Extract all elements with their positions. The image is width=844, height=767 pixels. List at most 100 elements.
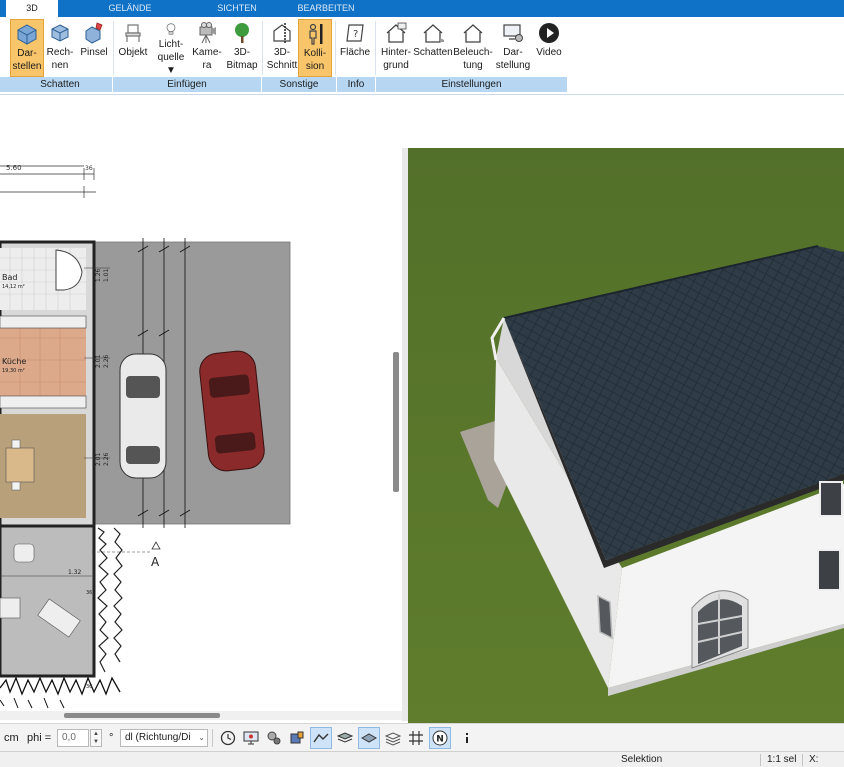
- hintergrund-label-1: Hinter-: [380, 47, 411, 58]
- objekt-button[interactable]: Objekt: [117, 19, 149, 77]
- flaeche-button[interactable]: ? Fläche: [338, 19, 372, 77]
- objekt-label: Objekt: [118, 47, 148, 58]
- side-window: [597, 594, 613, 640]
- cube-calc-icon: [51, 24, 69, 42]
- schnitt-label-2: Schnitt: [266, 60, 298, 71]
- screen-icon: [243, 731, 259, 745]
- lightbulb-icon: [166, 23, 176, 35]
- texture-tool-button[interactable]: [334, 727, 356, 749]
- more-tool-button[interactable]: [456, 727, 478, 749]
- tab-sichten[interactable]: SICHTEN: [210, 0, 264, 17]
- house-light-icon: [463, 24, 483, 43]
- video-button[interactable]: Video: [533, 19, 565, 77]
- room-kueche-area: 19,30 m²: [2, 368, 25, 374]
- clock-tool-button[interactable]: [217, 727, 239, 749]
- kamera-button[interactable]: Kame- ra: [192, 19, 222, 77]
- layers-icon: [385, 732, 401, 746]
- room-kueche-name: Küche: [2, 357, 26, 366]
- dim-1: 1.26: [95, 268, 102, 282]
- schnitt-button[interactable]: 3D- Schnitt: [265, 19, 299, 77]
- beleuchtung-button[interactable]: Beleuch- tung: [453, 19, 493, 77]
- play-circle-icon: [539, 23, 559, 43]
- phi-input[interactable]: 0,0: [57, 729, 89, 747]
- dim-5: 2.01: [95, 452, 102, 466]
- layer-plane-tool-button[interactable]: [358, 727, 380, 749]
- cube-render-icon: [17, 24, 37, 45]
- hintergrund-label-2: grund: [383, 60, 409, 71]
- rechnen-label-1: Rech-: [46, 47, 74, 58]
- toolbar-separator: [212, 729, 213, 747]
- darstellung-label-1: Dar-: [503, 47, 523, 58]
- darstellung-label-2: stellung: [495, 60, 531, 71]
- darstellen-label-1: Dar-: [17, 48, 37, 59]
- kollision-label-1: Kolli-: [303, 48, 327, 59]
- status-coordinate-label: X:: [809, 754, 819, 765]
- monitor-settings-icon: [503, 24, 523, 42]
- texture-icon: [337, 732, 353, 743]
- tab-gelaende[interactable]: GELÄNDE: [100, 0, 160, 17]
- ribbon-tab-strip: 3D GELÄNDE SICHTEN BEARBEITEN: [0, 0, 844, 17]
- dim-top-right-label: 36: [85, 165, 93, 172]
- plan-vertical-scroll-thumb[interactable]: [393, 352, 399, 492]
- room-bad-name: Bad: [2, 273, 17, 282]
- floor-plan-view[interactable]: 5.60 36 Bad 14,12 m² Küche 19,30 m² 1.26…: [0, 148, 402, 721]
- terrain-view-tool-button[interactable]: [310, 727, 332, 749]
- dim-2: 1.01: [103, 268, 110, 282]
- darstellen-button[interactable]: Dar- stellen: [10, 19, 44, 77]
- group-sonstige-label: Sonstige: [279, 79, 319, 90]
- house-background-icon: [386, 22, 407, 43]
- white-car: [119, 353, 167, 479]
- hintergrund-button[interactable]: Hinter- grund: [378, 19, 414, 77]
- phi-spinner[interactable]: ▲ ▼: [90, 729, 102, 747]
- object-settings-tool-button[interactable]: [263, 727, 285, 749]
- schatten-button[interactable]: Schatten: [413, 19, 453, 77]
- dim-top-label: 5.60: [6, 164, 22, 172]
- 3d-view[interactable]: [408, 148, 844, 723]
- bitmap-label-1: 3D-: [233, 47, 251, 58]
- tab-3d[interactable]: 3D: [6, 0, 58, 17]
- area-info-icon: ?: [346, 24, 364, 42]
- bitmap-button[interactable]: 3D- Bitmap: [224, 19, 260, 77]
- group-schatten-label: Schatten: [40, 79, 80, 90]
- tab-bearbeiten[interactable]: BEARBEITEN: [292, 0, 360, 17]
- more-icon: [466, 733, 468, 743]
- bitmap-label-2: Bitmap: [226, 60, 258, 71]
- lichtquelle-button[interactable]: Licht- quelle ▼: [152, 19, 190, 77]
- kamera-label-2: ra: [202, 60, 212, 71]
- schnitt-label-1: 3D-: [273, 47, 291, 58]
- paint-icon: [290, 731, 304, 744]
- grid-tool-button[interactable]: [405, 727, 427, 749]
- plan-horizontal-scrollbar[interactable]: [0, 711, 402, 720]
- group-info-label: Info: [347, 79, 365, 90]
- flaeche-label: Fläche: [339, 47, 370, 58]
- section-marker-a[interactable]: A: [151, 555, 160, 569]
- pinsel-button[interactable]: Pinsel: [78, 19, 110, 77]
- north-icon: N: [432, 730, 448, 746]
- section-cut-icon: [273, 23, 291, 43]
- dim-6: 2.26: [103, 452, 110, 466]
- layers-tool-button[interactable]: [382, 727, 404, 749]
- rechnen-label-2: nen: [51, 60, 69, 71]
- screen-tool-button[interactable]: [240, 727, 262, 749]
- north-tool-button[interactable]: N: [429, 727, 451, 749]
- darstellen-label-2: stellen: [12, 61, 42, 72]
- kollision-label-2: sion: [305, 61, 325, 72]
- beleuchtung-label-2: tung: [463, 60, 483, 71]
- ribbon-group-row: Schatten Einfügen Sonstige Info Einstell…: [0, 77, 567, 92]
- paint-tool-button[interactable]: [286, 727, 308, 749]
- clock-icon: [220, 730, 236, 746]
- kollision-button[interactable]: Kolli- sion: [298, 19, 332, 77]
- darstellung-button[interactable]: Dar- stellung: [494, 19, 532, 77]
- svg-text:?: ?: [353, 29, 358, 40]
- rechnen-button[interactable]: Rech- nen: [46, 19, 74, 77]
- plan-horizontal-scroll-thumb[interactable]: [64, 713, 220, 718]
- brush-cube-icon: [85, 22, 103, 44]
- app-window: 3D GELÄNDE SICHTEN BEARBEITEN Dar- stell…: [0, 0, 844, 767]
- layer-plane-icon: [361, 733, 377, 743]
- input-bar: cm phi = 0,0 ▲ ▼ ° dl (Richtung/Di ⌄ N: [0, 723, 844, 751]
- direction-combobox-value: dl (Richtung/Di: [125, 732, 191, 743]
- direction-combobox[interactable]: dl (Richtung/Di ⌄: [120, 729, 208, 747]
- chair-icon: [125, 24, 141, 42]
- video-label: Video: [536, 47, 562, 58]
- unit-label: cm: [4, 732, 19, 744]
